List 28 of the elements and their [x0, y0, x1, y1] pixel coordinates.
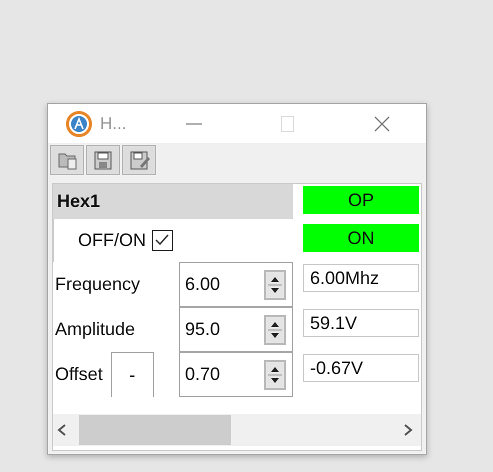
number-field[interactable]: 6.00	[179, 262, 293, 307]
toolbar-button[interactable]	[122, 145, 156, 175]
spinner-buttons[interactable]	[264, 270, 286, 300]
status-indicator: OP	[303, 186, 419, 214]
window-title: H...	[100, 114, 126, 134]
close-icon[interactable]	[372, 114, 392, 134]
field-label: Offset	[54, 363, 103, 386]
scrollbar-thumb[interactable]	[79, 415, 231, 445]
panel-title: Hex1	[53, 184, 293, 219]
field-label: Frequency	[54, 273, 140, 296]
maximize-icon	[280, 114, 296, 134]
toolbar-button[interactable]	[86, 145, 120, 175]
readout-field: -0.67V	[303, 354, 419, 382]
readout-field: 6.00Mhz	[303, 264, 419, 292]
number-field[interactable]: 95.0	[179, 307, 293, 352]
status-indicator: ON	[303, 224, 419, 252]
number-field[interactable]: 0.70	[179, 352, 293, 397]
toolbar-button[interactable]	[50, 145, 84, 175]
spinner-buttons[interactable]	[264, 314, 286, 344]
sign-field[interactable]: -	[110, 352, 154, 397]
save-icon	[92, 148, 114, 172]
checkbox-label: OFF/ON	[78, 230, 146, 251]
checkbox[interactable]	[152, 230, 173, 251]
spinner-buttons[interactable]	[264, 360, 286, 390]
app-icon	[66, 110, 92, 136]
readout-field: 59.1V	[303, 309, 419, 337]
field-label: Amplitude	[54, 318, 136, 341]
save-edit-icon	[128, 148, 150, 172]
